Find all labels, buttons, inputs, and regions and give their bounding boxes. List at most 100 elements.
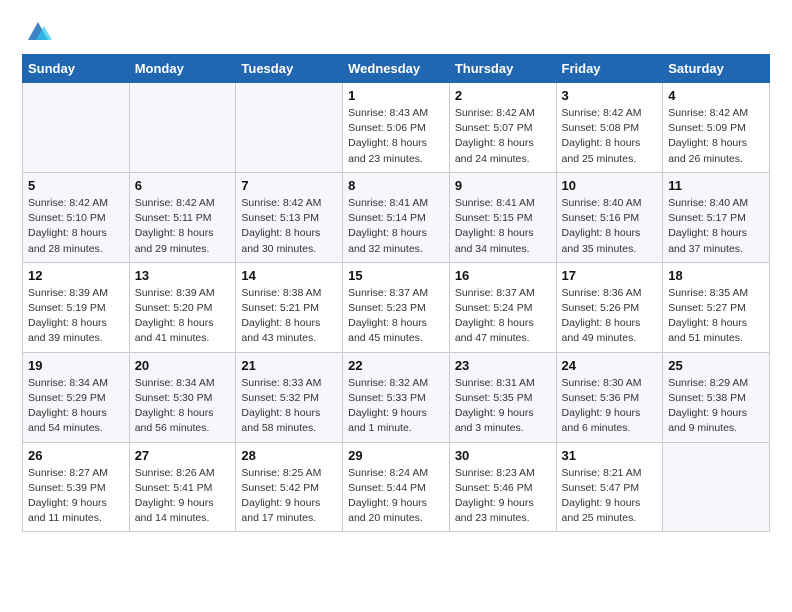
day-info: Sunrise: 8:21 AM Sunset: 5:47 PM Dayligh… [562, 466, 658, 527]
day-info: Sunrise: 8:41 AM Sunset: 5:14 PM Dayligh… [348, 196, 444, 257]
calendar-cell: 1Sunrise: 8:43 AM Sunset: 5:06 PM Daylig… [343, 83, 450, 173]
day-info: Sunrise: 8:42 AM Sunset: 5:10 PM Dayligh… [28, 196, 124, 257]
page: SundayMondayTuesdayWednesdayThursdayFrid… [0, 0, 792, 612]
calendar-cell: 23 Sunrise: 8:31 AM Sunset: 5:35 PM Dayli… [449, 352, 556, 442]
day-number: 23 [455, 358, 551, 373]
day-info: Sunrise: 8:29 AM Sunset: 5:38 PM Dayligh… [668, 376, 764, 437]
day-info: Sunrise: 8:33 AM Sunset: 5:32 PM Dayligh… [241, 376, 337, 437]
calendar-cell: 4 Sunrise: 8:42 AM Sunset: 5:09 PM Daylig… [663, 83, 770, 173]
day-number: 7 [241, 178, 337, 193]
calendar-cell: 31 Sunrise: 8:21 AM Sunset: 5:47 PM Dayli… [556, 442, 663, 532]
calendar-cell: 14 Sunrise: 8:38 AM Sunset: 5:21 PM Dayli… [236, 262, 343, 352]
day-number: 2 [455, 88, 551, 103]
calendar-cell: 22 Sunrise: 8:32 AM Sunset: 5:33 PM Dayli… [343, 352, 450, 442]
day-number: 12 [28, 268, 124, 283]
calendar-cell [663, 442, 770, 532]
day-info: Sunrise: 8:30 AM Sunset: 5:36 PM Dayligh… [562, 376, 658, 437]
day-number: 20 [135, 358, 231, 373]
day-number: 4 [668, 88, 764, 103]
calendar-cell: 11 Sunrise: 8:40 AM Sunset: 5:17 PM Dayli… [663, 172, 770, 262]
day-info: Sunrise: 8:42 AM Sunset: 5:09 PM Dayligh… [668, 106, 764, 167]
day-number: 25 [668, 358, 764, 373]
col-header-tuesday: Tuesday [236, 55, 343, 83]
calendar-week-3: 19 Sunrise: 8:34 AM Sunset: 5:29 PM Dayli… [23, 352, 770, 442]
day-number: 29 [348, 448, 444, 463]
calendar-cell: 15 Sunrise: 8:37 AM Sunset: 5:23 PM Dayli… [343, 262, 450, 352]
day-info: Sunrise: 8:42 AM Sunset: 5:08 PM Dayligh… [562, 106, 658, 167]
calendar-cell: 6 Sunrise: 8:42 AM Sunset: 5:11 PM Daylig… [129, 172, 236, 262]
calendar-week-2: 12 Sunrise: 8:39 AM Sunset: 5:19 PM Dayli… [23, 262, 770, 352]
calendar-cell: 29 Sunrise: 8:24 AM Sunset: 5:44 PM Dayli… [343, 442, 450, 532]
day-info: Sunrise: 8:42 AM Sunset: 5:07 PM Dayligh… [455, 106, 551, 167]
calendar-cell: 19 Sunrise: 8:34 AM Sunset: 5:29 PM Dayli… [23, 352, 130, 442]
calendar-week-1: 5Sunrise: 8:42 AM Sunset: 5:10 PM Daylig… [23, 172, 770, 262]
day-number: 24 [562, 358, 658, 373]
day-number: 3 [562, 88, 658, 103]
calendar-cell: 24 Sunrise: 8:30 AM Sunset: 5:36 PM Dayli… [556, 352, 663, 442]
day-number: 17 [562, 268, 658, 283]
day-info: Sunrise: 8:40 AM Sunset: 5:17 PM Dayligh… [668, 196, 764, 257]
day-number: 8 [348, 178, 444, 193]
calendar-cell: 3 Sunrise: 8:42 AM Sunset: 5:08 PM Daylig… [556, 83, 663, 173]
day-number: 22 [348, 358, 444, 373]
calendar-cell: 5Sunrise: 8:42 AM Sunset: 5:10 PM Daylig… [23, 172, 130, 262]
day-info: Sunrise: 8:32 AM Sunset: 5:33 PM Dayligh… [348, 376, 444, 437]
calendar-cell: 8 Sunrise: 8:41 AM Sunset: 5:14 PM Daylig… [343, 172, 450, 262]
day-number: 6 [135, 178, 231, 193]
day-info: Sunrise: 8:34 AM Sunset: 5:29 PM Dayligh… [28, 376, 124, 437]
day-info: Sunrise: 8:26 AM Sunset: 5:41 PM Dayligh… [135, 466, 231, 527]
calendar-cell: 13Sunrise: 8:39 AM Sunset: 5:20 PM Dayli… [129, 262, 236, 352]
day-info: Sunrise: 8:38 AM Sunset: 5:21 PM Dayligh… [241, 286, 337, 347]
day-info: Sunrise: 8:24 AM Sunset: 5:44 PM Dayligh… [348, 466, 444, 527]
calendar-cell: 20 Sunrise: 8:34 AM Sunset: 5:30 PM Dayli… [129, 352, 236, 442]
day-info: Sunrise: 8:39 AM Sunset: 5:19 PM Dayligh… [28, 286, 124, 347]
day-info: Sunrise: 8:42 AM Sunset: 5:11 PM Dayligh… [135, 196, 231, 257]
calendar-week-4: 26 Sunrise: 8:27 AM Sunset: 5:39 PM Dayli… [23, 442, 770, 532]
col-header-thursday: Thursday [449, 55, 556, 83]
col-header-monday: Monday [129, 55, 236, 83]
calendar-table: SundayMondayTuesdayWednesdayThursdayFrid… [22, 54, 770, 532]
day-number: 19 [28, 358, 124, 373]
day-number: 27 [135, 448, 231, 463]
calendar-cell [129, 83, 236, 173]
day-number: 10 [562, 178, 658, 193]
day-info: Sunrise: 8:37 AM Sunset: 5:23 PM Dayligh… [348, 286, 444, 347]
day-info: Sunrise: 8:40 AM Sunset: 5:16 PM Dayligh… [562, 196, 658, 257]
calendar-cell: 26 Sunrise: 8:27 AM Sunset: 5:39 PM Dayli… [23, 442, 130, 532]
calendar-cell [236, 83, 343, 173]
header [22, 18, 770, 44]
day-number: 9 [455, 178, 551, 193]
calendar-cell: 21Sunrise: 8:33 AM Sunset: 5:32 PM Dayli… [236, 352, 343, 442]
day-number: 14 [241, 268, 337, 283]
day-info: Sunrise: 8:35 AM Sunset: 5:27 PM Dayligh… [668, 286, 764, 347]
day-number: 18 [668, 268, 764, 283]
calendar-cell: 25 Sunrise: 8:29 AM Sunset: 5:38 PM Dayli… [663, 352, 770, 442]
day-info: Sunrise: 8:36 AM Sunset: 5:26 PM Dayligh… [562, 286, 658, 347]
calendar-cell [23, 83, 130, 173]
col-header-friday: Friday [556, 55, 663, 83]
day-number: 11 [668, 178, 764, 193]
calendar-cell: 17 Sunrise: 8:36 AM Sunset: 5:26 PM Dayli… [556, 262, 663, 352]
day-info: Sunrise: 8:43 AM Sunset: 5:06 PM Dayligh… [348, 106, 444, 167]
day-info: Sunrise: 8:31 AM Sunset: 5:35 PM Dayligh… [455, 376, 551, 437]
calendar-cell: 27 Sunrise: 8:26 AM Sunset: 5:41 PM Dayli… [129, 442, 236, 532]
day-number: 13 [135, 268, 231, 283]
day-number: 31 [562, 448, 658, 463]
calendar-cell: 2 Sunrise: 8:42 AM Sunset: 5:07 PM Daylig… [449, 83, 556, 173]
calendar-cell: 10 Sunrise: 8:40 AM Sunset: 5:16 PM Dayli… [556, 172, 663, 262]
calendar-cell: 7 Sunrise: 8:42 AM Sunset: 5:13 PM Daylig… [236, 172, 343, 262]
day-number: 15 [348, 268, 444, 283]
day-number: 26 [28, 448, 124, 463]
day-info: Sunrise: 8:34 AM Sunset: 5:30 PM Dayligh… [135, 376, 231, 437]
day-number: 30 [455, 448, 551, 463]
calendar-cell: 18 Sunrise: 8:35 AM Sunset: 5:27 PM Dayli… [663, 262, 770, 352]
day-info: Sunrise: 8:42 AM Sunset: 5:13 PM Dayligh… [241, 196, 337, 257]
calendar-week-0: 1Sunrise: 8:43 AM Sunset: 5:06 PM Daylig… [23, 83, 770, 173]
day-info: Sunrise: 8:27 AM Sunset: 5:39 PM Dayligh… [28, 466, 124, 527]
col-header-wednesday: Wednesday [343, 55, 450, 83]
day-number: 16 [455, 268, 551, 283]
day-info: Sunrise: 8:25 AM Sunset: 5:42 PM Dayligh… [241, 466, 337, 527]
calendar-cell: 16Sunrise: 8:37 AM Sunset: 5:24 PM Dayli… [449, 262, 556, 352]
calendar-cell: 12 Sunrise: 8:39 AM Sunset: 5:19 PM Dayli… [23, 262, 130, 352]
calendar-cell: 30Sunrise: 8:23 AM Sunset: 5:46 PM Dayli… [449, 442, 556, 532]
